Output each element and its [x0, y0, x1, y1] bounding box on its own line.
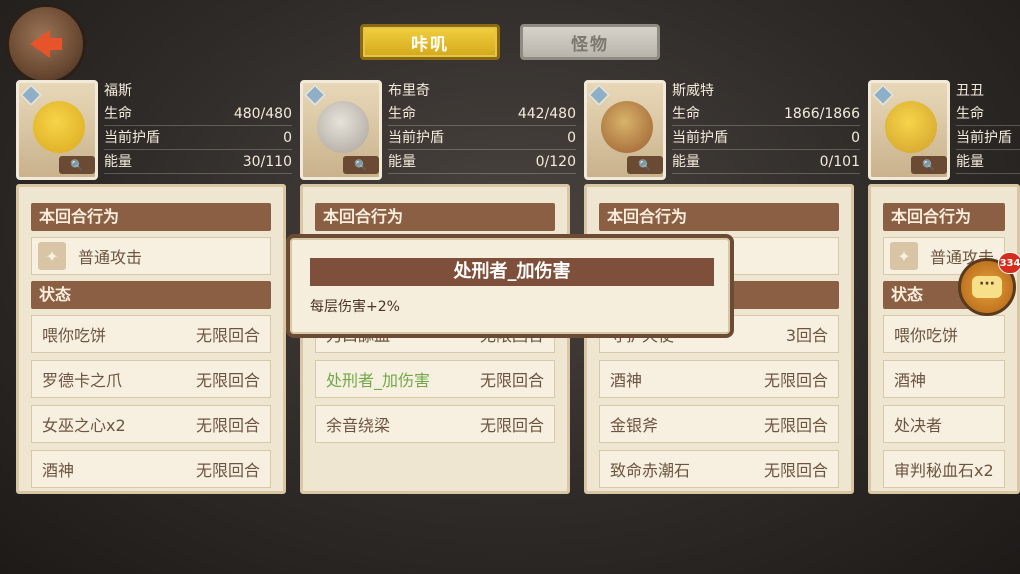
energy-row: 能量 0/120 [388, 150, 576, 174]
status-item[interactable]: 喂你吃饼 [883, 315, 1005, 353]
status-item[interactable]: 罗德卡之爪 无限回合 [31, 360, 271, 398]
hero-card-3: 🔍 斯威特 生命 1866/1866 当前护盾 0 能量 0/101 [584, 80, 864, 182]
shield-row: 当前护盾 0 [388, 126, 576, 150]
status-item[interactable]: 致命赤潮石 无限回合 [599, 450, 839, 488]
hp-row: 生命 [956, 102, 1020, 126]
hero-portrait[interactable]: 🔍 [16, 80, 98, 180]
status-item[interactable]: 喂你吃饼 无限回合 [31, 315, 271, 353]
action-header: 本回合行为 [315, 203, 555, 231]
status-item[interactable]: 处决者 [883, 405, 1005, 443]
hero-card-2: 🔍 布里奇 生命 442/480 当前护盾 0 能量 0/120 [300, 80, 580, 182]
action-header: 本回合行为 [31, 203, 271, 231]
attack-icon: ✦ [38, 242, 66, 270]
tab-monsters[interactable]: 怪物 [520, 24, 660, 60]
hero-avatar [601, 101, 653, 153]
hp-row: 生命 1866/1866 [672, 102, 860, 126]
status-panel-3[interactable]: 本回合行为 ✦ 状态 守护天使3回合 酒神无限回合 金银斧无限回合 致命赤潮石无… [584, 184, 854, 494]
status-item[interactable]: 女巫之心x2 无限回合 [31, 405, 271, 443]
status-item-selected[interactable]: 处刑者_加伤害 无限回合 [315, 360, 555, 398]
hero-avatar [885, 101, 937, 153]
hero-card-4: 🔍 丑丑 生命 当前护盾 能量 [868, 80, 1020, 182]
status-header: 状态 [31, 281, 271, 309]
hero-name: 斯威特 [672, 83, 714, 99]
hero-portrait[interactable]: 🔍 [584, 80, 666, 180]
tab-kaji[interactable]: 咔叽 [360, 24, 500, 60]
back-arrow-icon [30, 30, 62, 58]
shield-row: 当前护盾 0 [672, 126, 860, 150]
status-item[interactable]: 酒神 [883, 360, 1005, 398]
tooltip-title: 处刑者_加伤害 [310, 258, 714, 286]
magnify-icon[interactable]: 🔍 [343, 156, 379, 174]
hp-row: 生命 442/480 [388, 102, 576, 126]
status-item[interactable]: 酒神 无限回合 [31, 450, 271, 488]
status-item[interactable]: 审判秘血石x2 [883, 450, 1005, 488]
rank-gem-icon [19, 83, 43, 107]
status-tooltip: 处刑者_加伤害 每层伤害+2% [286, 234, 734, 338]
magnify-icon[interactable]: 🔍 [59, 156, 95, 174]
hero-portrait[interactable]: 🔍 [868, 80, 950, 180]
energy-row: 能量 0/101 [672, 150, 860, 174]
hero-avatar [33, 101, 85, 153]
hero-card-1: 🔍 福斯 生命 480/480 当前护盾 0 能量 30/110 [16, 80, 296, 182]
magnify-icon[interactable]: 🔍 [911, 156, 947, 174]
attack-icon: ✦ [890, 242, 918, 270]
shield-row: 当前护盾 0 [104, 126, 292, 150]
hero-portrait[interactable]: 🔍 [300, 80, 382, 180]
tooltip-description: 每层伤害+2% [310, 299, 400, 315]
energy-row: 能量 30/110 [104, 150, 292, 174]
status-item[interactable]: 余音绕梁 无限回合 [315, 405, 555, 443]
hero-name: 福斯 [104, 83, 132, 99]
status-panel-2[interactable]: 本回合行为 ✦ 状态 刀口舔血无限回合 处刑者_加伤害无限回合 余音绕梁无限回合 [300, 184, 570, 494]
status-item[interactable]: 金银斧 无限回合 [599, 405, 839, 443]
magnify-icon[interactable]: 🔍 [627, 156, 663, 174]
status-panel-1[interactable]: 本回合行为 ✦ 普通攻击 状态 喂你吃饼 无限回合 罗德卡之爪 无限回合 女巫之心x… [16, 184, 286, 494]
hero-avatar [317, 101, 369, 153]
hero-name: 布里奇 [388, 83, 430, 99]
status-item[interactable]: 酒神 无限回合 [599, 360, 839, 398]
back-button[interactable] [6, 4, 86, 84]
rank-gem-icon [587, 83, 611, 107]
action-header: 本回合行为 [599, 203, 839, 231]
shield-row: 当前护盾 [956, 126, 1020, 150]
hero-name: 丑丑 [956, 83, 984, 99]
energy-row: 能量 [956, 150, 1020, 174]
notification-badge: 334 [998, 252, 1020, 274]
action-header: 本回合行为 [883, 203, 1005, 231]
chat-bubble-icon: ··· [972, 276, 1002, 298]
hp-row: 生命 480/480 [104, 102, 292, 126]
action-row[interactable]: ✦ 普通攻击 [31, 237, 271, 275]
rank-gem-icon [303, 83, 327, 107]
rank-gem-icon [871, 83, 895, 107]
status-panel-4[interactable]: 本回合行为 ✦ 普通攻击 状态 喂你吃饼 酒神 处决者 审判秘血石x2 [868, 184, 1020, 494]
